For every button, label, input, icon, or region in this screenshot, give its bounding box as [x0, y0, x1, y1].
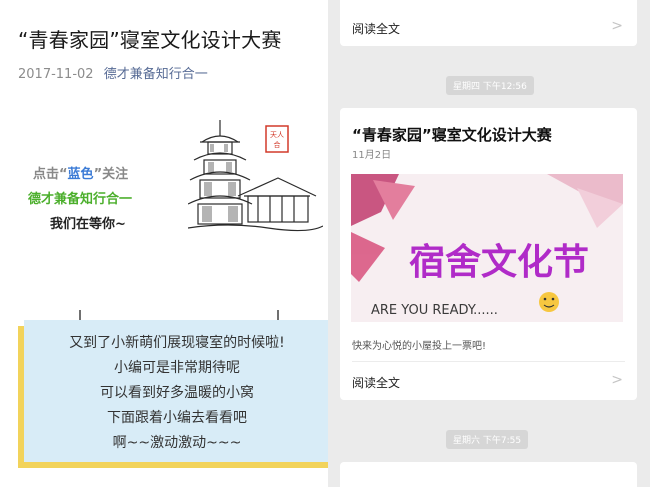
chat-pane: 阅读全文 > 星期四 下午12:56 “青春家园”寝室文化设计大赛 11月2日 …	[328, 0, 650, 487]
promo-suffix: ”关注	[93, 167, 129, 182]
highlight-line: 可以看到好多温暖的小窝	[100, 385, 254, 401]
chevron-right-icon: >	[611, 372, 623, 388]
promo-prefix: 点击“	[33, 167, 68, 182]
card-description: 快来为心悦的小屋投上一票吧!	[352, 341, 487, 352]
article-card-previous[interactable]: 阅读全文 >	[340, 0, 637, 46]
highlight-line: 又到了小新萌们展现寝室的时候啦!	[69, 335, 285, 351]
article-pane: “青春家园”寝室文化设计大赛 2017-11-02 德才兼备知行合一 点击“蓝色…	[0, 0, 328, 487]
article-date: 2017-11-02	[18, 67, 94, 82]
article-author-link[interactable]: 德才兼备知行合一	[104, 67, 208, 82]
promo-waiting: 我们在等你~	[50, 217, 126, 232]
card-title: “青春家园”寝室文化设计大赛	[352, 126, 552, 144]
read-all-link[interactable]: 阅读全文	[352, 374, 400, 391]
promo-follow-line: 点击“蓝色”关注	[33, 163, 128, 182]
card-divider	[352, 361, 625, 362]
article-title: “青春家园”寝室文化设计大赛	[18, 28, 282, 52]
card-date: 11月2日	[352, 150, 392, 161]
chevron-right-icon: >	[611, 18, 623, 34]
smiley-icon	[539, 292, 559, 312]
promo-blue-word: 蓝色	[67, 167, 94, 182]
cover-subtext: ARE YOU READY......	[371, 303, 498, 318]
highlight-box: 又到了小新萌们展现寝室的时候啦! 小编可是非常期待呢 可以看到好多温暖的小窝 下…	[24, 320, 328, 462]
pagoda-illustration: 天人 合	[188, 120, 323, 232]
highlight-line: 小编可是非常期待呢	[114, 360, 240, 376]
timestamp-pill: 星期四 下午12:56	[446, 76, 534, 95]
article-card[interactable]: “青春家园”寝室文化设计大赛 11月2日 宿舍文化节 ARE YOU READY…	[340, 108, 637, 400]
highlight-line: 啊~~激动激动~~~	[112, 435, 242, 451]
svg-text:合: 合	[274, 140, 281, 149]
article-card-next[interactable]	[340, 462, 637, 487]
promo-account-name: 德才兼备知行合一	[28, 192, 133, 207]
article-meta: 2017-11-02 德才兼备知行合一	[18, 63, 208, 82]
card-cover-image: 宿舍文化节 ARE YOU READY......	[351, 174, 623, 322]
highlight-line: 下面跟着小编去看看吧	[107, 410, 247, 426]
cover-title-text: 宿舍文化节	[409, 242, 589, 283]
seal-stamp-icon: 天人 合	[265, 125, 289, 153]
read-all-link[interactable]: 阅读全文	[352, 20, 400, 37]
timestamp-pill: 星期六 下午7:55	[446, 430, 529, 449]
svg-text:天人: 天人	[270, 131, 284, 139]
